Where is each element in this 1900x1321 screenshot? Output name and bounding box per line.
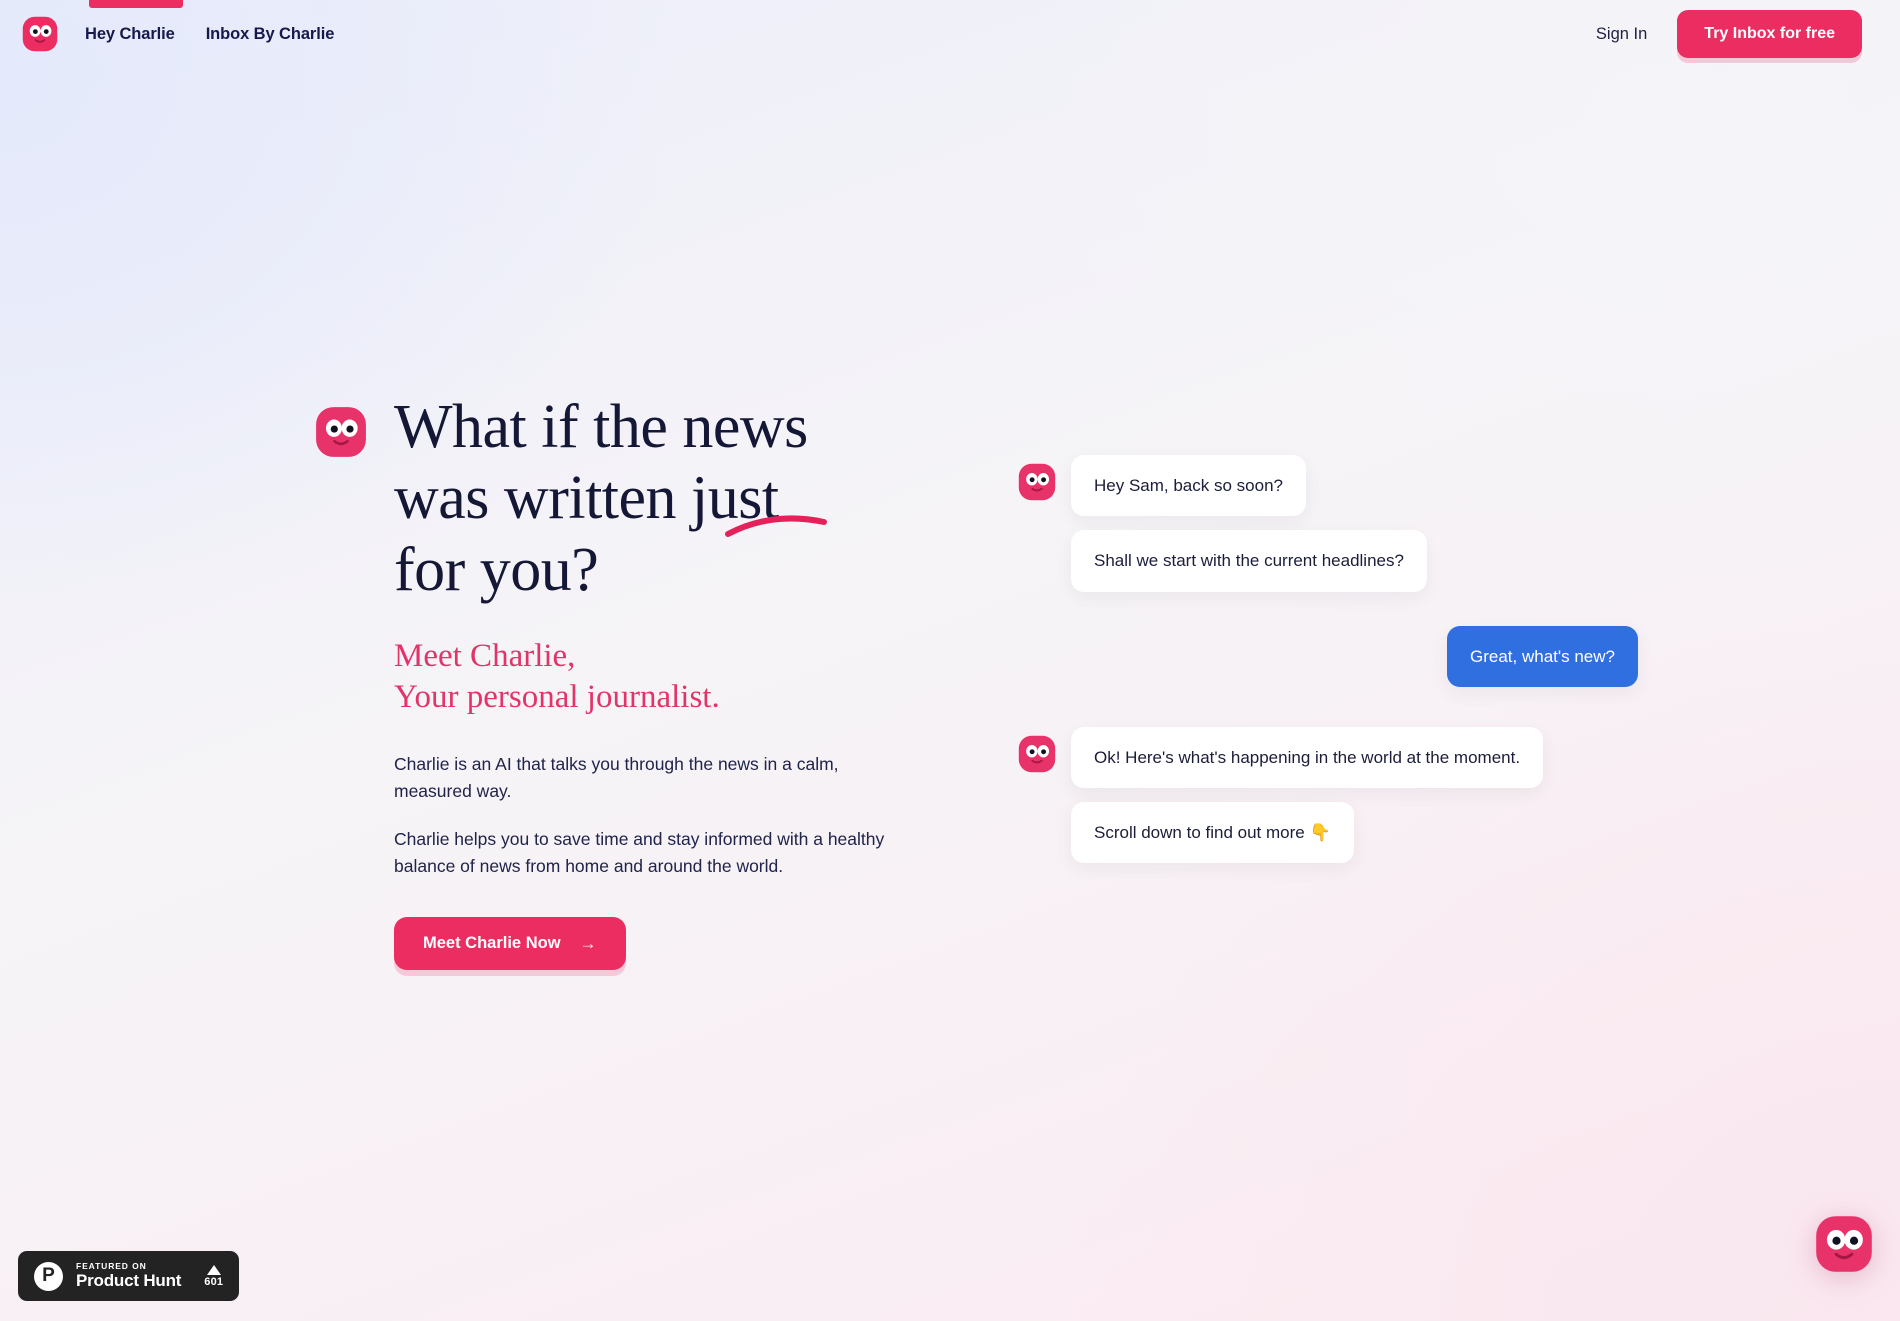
caret-up-icon xyxy=(206,1264,221,1275)
active-tab-indicator xyxy=(89,0,183,8)
chat-message-row: Ok! Here's what's happening in the world… xyxy=(1018,726,1638,788)
sign-in-link[interactable]: Sign In xyxy=(1592,19,1651,50)
hero-subtitle-line-1: Meet Charlie, xyxy=(394,637,576,674)
chat-message-row: Shall we start with the current headline… xyxy=(1018,530,1638,592)
product-hunt-text: FEATURED ON Product Hunt xyxy=(76,1261,181,1291)
nav-item-hey-charlie[interactable]: Hey Charlie xyxy=(85,25,175,44)
site-header: Hey Charlie Inbox By Charlie Sign In Try… xyxy=(0,0,1900,68)
hero-title-line-3: for you? xyxy=(394,535,599,604)
cta-label: Meet Charlie Now xyxy=(423,933,561,952)
product-hunt-featured-label: FEATURED ON xyxy=(76,1261,147,1272)
arrow-right-icon: → xyxy=(579,933,597,953)
chat-message-row: Scroll down to find out more 👇 xyxy=(1018,802,1638,864)
hero-title-line-1: What if the news xyxy=(394,393,808,461)
primary-navigation: Hey Charlie Inbox By Charlie xyxy=(85,25,334,44)
chat-preview: Hey Sam, back so soon? Shall we start wi… xyxy=(1018,455,1638,877)
product-hunt-logo-icon: P xyxy=(34,1261,63,1291)
chat-bubble: Scroll down to find out more 👇 xyxy=(1071,802,1354,864)
chat-widget-button[interactable] xyxy=(1815,1215,1873,1273)
hero-title-line-2: was written just xyxy=(394,464,779,533)
chat-message-row: Great, what's new? xyxy=(1018,625,1638,687)
header-actions: Sign In Try Inbox for free xyxy=(1592,10,1862,58)
chat-message-row: Hey Sam, back so soon? xyxy=(1018,455,1638,517)
vote-count: 601 xyxy=(204,1275,224,1288)
nav-item-inbox-by-charlie[interactable]: Inbox By Charlie xyxy=(206,25,335,44)
chat-bubble: Hey Sam, back so soon? xyxy=(1071,455,1306,517)
meet-charlie-now-button[interactable]: Meet Charlie Now → xyxy=(394,916,626,970)
hero-paragraph-2: Charlie helps you to save time and stay … xyxy=(394,829,885,877)
hero-subtitle-line-2: Your personal journalist. xyxy=(394,679,720,716)
charlie-avatar xyxy=(1018,455,1071,506)
page-title: What if the news was written just for yo… xyxy=(394,392,914,606)
product-hunt-badge[interactable]: P FEATURED ON Product Hunt 601 xyxy=(18,1251,240,1301)
hero-subtitle: Meet Charlie, Your personal journalist. xyxy=(394,636,914,719)
charlie-avatar xyxy=(1018,727,1071,778)
product-hunt-name: Product Hunt xyxy=(76,1271,182,1291)
hero-paragraph-1: Charlie is an AI that talks you through … xyxy=(394,754,839,802)
charlie-face-icon xyxy=(315,406,367,458)
brand-logo[interactable] xyxy=(22,16,58,52)
try-inbox-button[interactable]: Try Inbox for free xyxy=(1677,10,1862,58)
chat-bubble: Ok! Here's what's happening in the world… xyxy=(1071,726,1544,788)
chat-bubble-user: Great, what's new? xyxy=(1447,625,1638,687)
hero-section: What if the news was written just for yo… xyxy=(316,392,914,970)
chat-bubble: Shall we start with the current headline… xyxy=(1071,530,1427,592)
product-hunt-votes[interactable]: 601 xyxy=(204,1264,224,1288)
